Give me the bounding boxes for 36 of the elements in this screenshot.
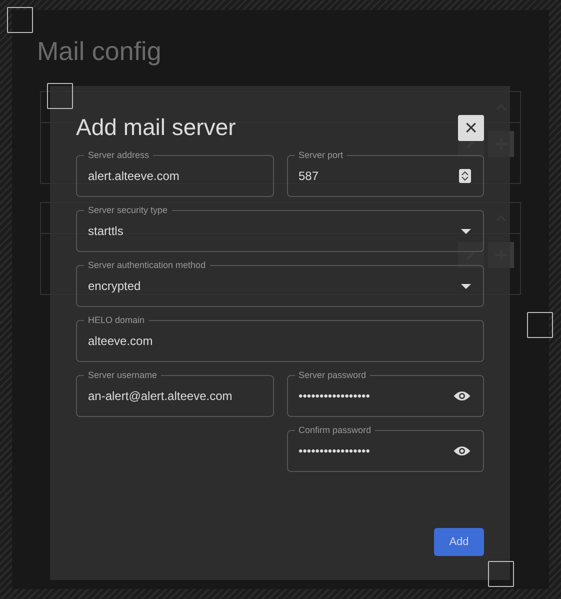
field-label: Confirm password <box>298 425 372 435</box>
input-field[interactable]: Server username an-alert@alert.alteeve.com <box>76 370 274 417</box>
eye-icon[interactable] <box>453 445 471 457</box>
input-field[interactable]: HELO domain alteeve.com <box>76 315 484 362</box>
password-field[interactable]: Confirm password ••••••••••••••••• <box>286 425 484 472</box>
field-value: encrypted <box>88 279 141 293</box>
caret-icon <box>461 228 471 234</box>
field-value: alteeve.com <box>88 334 153 348</box>
close-button[interactable]: × <box>458 114 484 140</box>
input-field[interactable]: Server address alert.alteeve.com <box>76 150 274 197</box>
page-title: Mail config <box>37 36 162 67</box>
select-field[interactable]: Server security type starttls <box>76 205 484 252</box>
field-label: Server address <box>87 150 150 160</box>
field-label: Server security type <box>87 205 169 215</box>
field-label: HELO domain <box>87 315 146 325</box>
outline-square <box>488 561 514 587</box>
outline-square <box>527 312 553 338</box>
field-value: 587 <box>298 169 319 183</box>
field-value: ••••••••••••••••• <box>298 389 370 403</box>
eye-icon[interactable] <box>453 390 471 402</box>
input-field[interactable]: Server port 587 <box>286 150 484 197</box>
password-field[interactable]: Server password ••••••••••••••••• <box>286 370 484 417</box>
outline-square <box>47 83 73 109</box>
field-value: alert.alteeve.com <box>88 169 180 183</box>
field-label: Server authentication method <box>87 260 207 270</box>
caret-icon <box>461 284 471 288</box>
field-label: Server password <box>298 370 368 380</box>
field-value: starttls <box>88 224 124 238</box>
outline-square <box>7 7 33 33</box>
field-label: Server port <box>298 150 344 160</box>
spinner-icon[interactable] <box>459 169 471 183</box>
field-label: Server username <box>87 370 158 380</box>
dialog-title: Add mail server <box>76 114 236 141</box>
select-field[interactable]: Server authentication method encrypted <box>76 260 484 307</box>
field-value: ••••••••••••••••• <box>298 444 370 458</box>
field-value: an-alert@alert.alteeve.com <box>88 389 232 403</box>
